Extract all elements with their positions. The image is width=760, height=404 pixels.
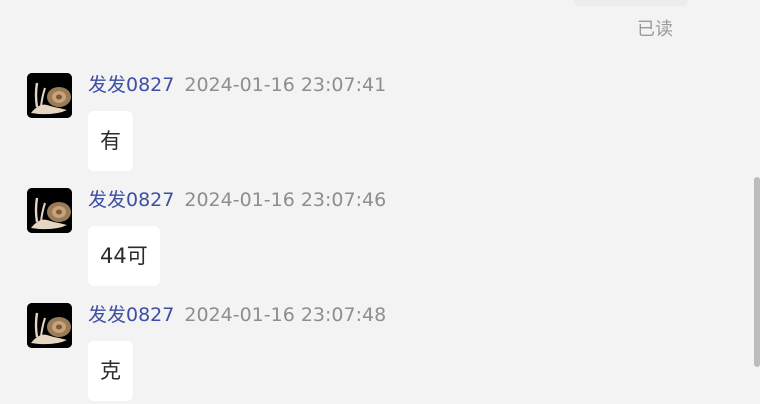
sender-avatar[interactable] xyxy=(27,303,72,348)
snail-avatar-icon xyxy=(27,303,72,348)
message-meta: 发发0827 2024-01-16 23:07:41 xyxy=(88,73,386,98)
message-bubble[interactable]: 有 xyxy=(88,111,133,171)
sender-avatar[interactable] xyxy=(27,188,72,233)
message-bubble[interactable]: 44可 xyxy=(88,226,160,286)
snail-avatar-icon xyxy=(27,188,72,233)
previous-message-bubble[interactable] xyxy=(574,0,687,6)
read-status-label: 已读 xyxy=(637,19,673,40)
message-meta: 发发0827 2024-01-16 23:07:48 xyxy=(88,303,386,328)
sender-name[interactable]: 发发0827 xyxy=(88,74,174,96)
sender-name[interactable]: 发发0827 xyxy=(88,189,174,211)
message-timestamp: 2024-01-16 23:07:41 xyxy=(184,74,387,96)
sender-name[interactable]: 发发0827 xyxy=(88,304,174,326)
sender-avatar[interactable] xyxy=(27,73,72,118)
message-timestamp: 2024-01-16 23:07:46 xyxy=(184,189,387,211)
vertical-scrollbar[interactable] xyxy=(754,177,760,367)
message-bubble[interactable]: 克 xyxy=(88,341,133,401)
message-meta: 发发0827 2024-01-16 23:07:46 xyxy=(88,188,386,213)
message-timestamp: 2024-01-16 23:07:48 xyxy=(184,304,387,326)
snail-avatar-icon xyxy=(27,73,72,118)
chat-message-list[interactable]: 已读 发发0827 2024-01-16 23:07:41 有 发发0827 2… xyxy=(0,0,760,404)
